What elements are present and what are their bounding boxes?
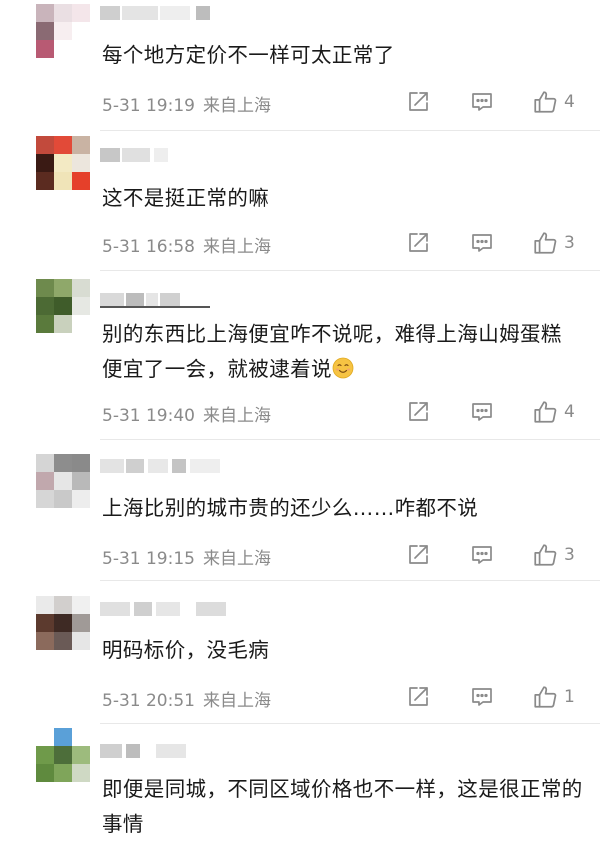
comment-text: 每个地方定价不一样可太正常了 [102,43,395,67]
smile-emoji-icon [332,357,354,379]
like-button[interactable]: 1 [532,684,575,710]
avatar[interactable] [36,136,90,190]
comment-location: 来自上海 [202,406,271,426]
avatar[interactable] [36,454,90,508]
avatar[interactable] [36,279,90,333]
thumbs-up-icon [534,544,557,566]
thumbs-up-icon [534,686,557,708]
comment-text: 这不是挺正常的嘛 [102,186,270,210]
comment-item: 每个地方定价不一样可太正常了 5-31 19:19 来自上海 4 [0,0,600,131]
thumbs-up-icon [534,232,557,254]
thumbs-up-icon [534,91,557,113]
comment-icon [472,403,492,421]
username-blurred[interactable] [100,293,240,308]
avatar[interactable] [36,728,90,782]
comment-actions: 3 [404,230,584,256]
comment-actions: 3 [404,542,584,568]
comment-meta: 5-31 19:15 来自上海 [102,544,271,569]
forward-button[interactable] [406,89,430,115]
comment-actions: 4 [404,399,584,425]
forward-icon [409,92,428,111]
like-count: 1 [564,687,575,707]
like-count: 3 [564,545,575,565]
comment-date: 5-31 19:19 [102,96,195,116]
comment-meta: 5-31 20:51 来自上海 [102,686,271,711]
forward-icon [409,402,428,421]
comment-text: 明码标价，没毛病 [102,638,270,662]
reply-button[interactable] [470,542,494,568]
reply-button[interactable] [470,684,494,710]
comment-location: 来自上海 [202,691,271,711]
like-count: 4 [564,92,575,112]
comment-item: 明码标价，没毛病 5-31 20:51 来自上海 1 [0,581,600,724]
comment-date: 5-31 19:15 [102,549,195,569]
reply-button[interactable] [470,399,494,425]
comment-date: 5-31 16:58 [102,237,195,257]
comment-icon [472,234,492,252]
comment-meta: 5-31 16:58 来自上海 [102,232,271,257]
like-button[interactable]: 3 [532,542,575,568]
avatar[interactable] [36,596,90,650]
comment-meta: 5-31 19:40 来自上海 [102,401,271,426]
thumbs-up-icon [534,401,557,423]
forward-button[interactable] [406,684,430,710]
username-blurred[interactable] [100,744,240,758]
comment-icon [472,688,492,706]
forward-icon [409,687,428,706]
comment-location: 来自上海 [202,237,271,257]
username-blurred[interactable] [100,6,240,20]
forward-icon [409,545,428,564]
comment-icon [472,546,492,564]
like-button[interactable]: 4 [532,399,575,425]
like-count: 3 [564,233,575,253]
comment-location: 来自上海 [202,96,271,116]
comment-text: 别的东西比上海便宜咋不说呢，难得上海山姆蛋糕便宜了一会，就被逮着说 [102,317,582,387]
forward-button[interactable] [406,542,430,568]
avatar[interactable] [36,4,90,58]
comment-text: 上海比别的城市贵的还少么……咋都不说 [102,496,479,520]
comment-item: 这不是挺正常的嘛 5-31 16:58 来自上海 3 [0,131,600,271]
reply-button[interactable] [470,89,494,115]
comment-location: 来自上海 [202,549,271,569]
like-button[interactable]: 3 [532,230,575,256]
comment-actions: 1 [404,684,584,710]
comment-date: 5-31 19:40 [102,406,195,426]
comment-date: 5-31 20:51 [102,691,195,711]
comment-item: 别的东西比上海便宜咋不说呢，难得上海山姆蛋糕便宜了一会，就被逮着说 5-31 1… [0,271,600,440]
reply-button[interactable] [470,230,494,256]
comment-item: 即便是同城，不同区域价格也不一样，这是很正常的事情 [0,724,600,847]
username-blurred[interactable] [100,602,240,616]
comment-meta: 5-31 19:19 来自上海 [102,91,271,116]
like-count: 4 [564,402,575,422]
forward-button[interactable] [406,230,430,256]
comment-item: 上海比别的城市贵的还少么……咋都不说 5-31 19:15 来自上海 3 [0,440,600,581]
username-blurred[interactable] [100,459,240,473]
like-button[interactable]: 4 [532,89,575,115]
forward-button[interactable] [406,399,430,425]
comment-icon [472,93,492,111]
forward-icon [409,233,428,252]
comment-actions: 4 [404,89,584,115]
username-blurred[interactable] [100,148,240,162]
comment-text: 即便是同城，不同区域价格也不一样，这是很正常的事情 [102,777,583,836]
